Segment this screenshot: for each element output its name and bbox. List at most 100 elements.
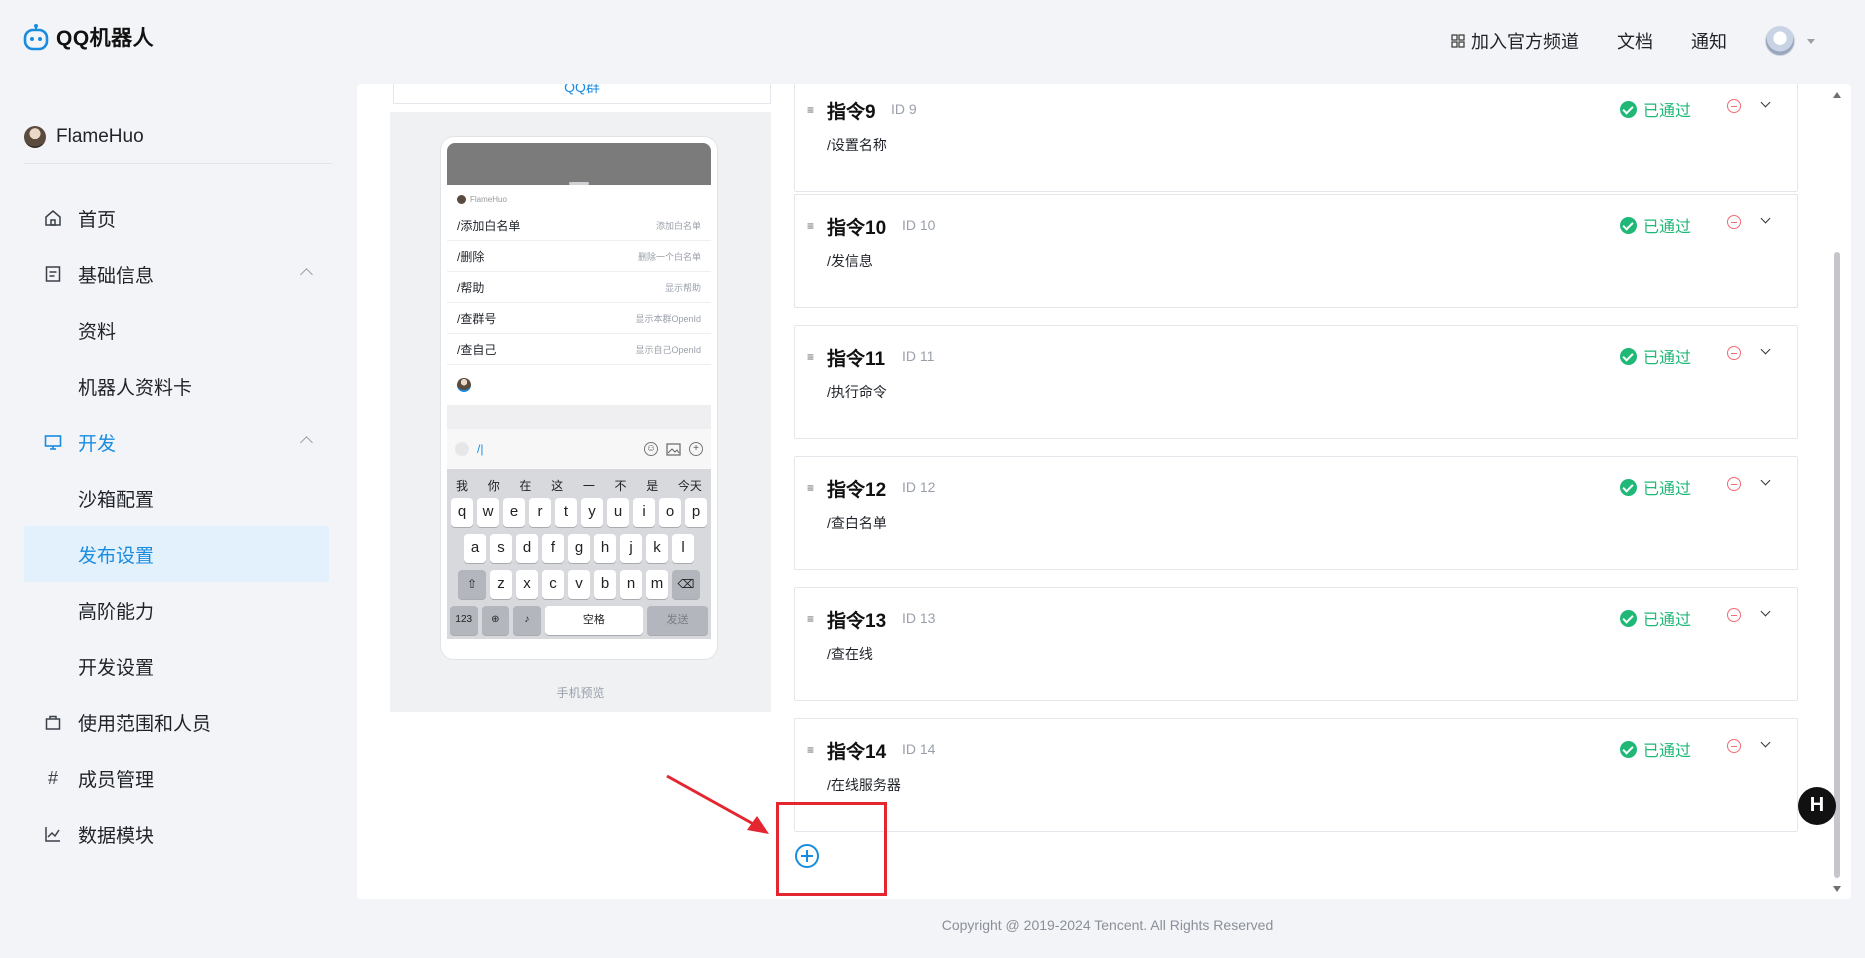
scrollbar[interactable] xyxy=(1833,92,1841,892)
remove-icon[interactable] xyxy=(1727,346,1741,360)
bot-avatar[interactable] xyxy=(457,378,471,392)
join-channel-link[interactable]: 加入官方频道 xyxy=(1451,28,1579,54)
chevron-down-icon[interactable] xyxy=(1760,606,1771,617)
key[interactable]: y xyxy=(581,498,603,527)
list-item[interactable]: /删除 删除一个白名单 xyxy=(447,241,711,272)
preview-tab-qq-group[interactable]: QQ群 xyxy=(393,84,771,104)
remove-icon[interactable] xyxy=(1727,739,1741,753)
user-profile: FlameHuo xyxy=(24,126,144,148)
chevron-down-icon[interactable] xyxy=(1760,737,1771,748)
key[interactable]: e xyxy=(503,498,525,527)
robot-logo-icon xyxy=(23,24,49,51)
list-item[interactable]: /帮助 显示帮助 xyxy=(447,272,711,303)
send-key[interactable]: 发送 xyxy=(647,606,708,635)
candidate[interactable]: 你 xyxy=(488,477,500,494)
candidate[interactable]: 是 xyxy=(646,477,658,494)
scroll-down-icon[interactable] xyxy=(1833,886,1841,892)
key[interactable]: z xyxy=(490,570,512,599)
drag-handle-icon[interactable]: ≡ xyxy=(807,612,814,626)
candidate[interactable]: 这 xyxy=(551,477,563,494)
key[interactable]: f xyxy=(542,534,564,563)
sidebar-item-develop[interactable]: 开发 xyxy=(24,414,329,470)
globe-icon[interactable]: ⊕ xyxy=(481,606,510,635)
top-bar: QQ机器人 加入官方频道 文档 通知 xyxy=(0,0,1865,84)
key[interactable]: l xyxy=(672,534,694,563)
floating-assistant-button[interactable]: H xyxy=(1798,787,1836,825)
scroll-up-icon[interactable] xyxy=(1833,92,1841,98)
key[interactable]: t xyxy=(555,498,577,527)
sidebar-item-data[interactable]: 数据模块 xyxy=(24,806,329,862)
logo[interactable]: QQ机器人 xyxy=(22,22,154,52)
drag-handle-icon[interactable]: ≡ xyxy=(807,219,814,233)
sidebar-item-basic-info[interactable]: 基础信息 xyxy=(24,246,329,302)
command-title: 指令11 xyxy=(827,349,886,370)
remove-icon[interactable] xyxy=(1727,477,1741,491)
key[interactable]: g xyxy=(568,534,590,563)
chevron-down-icon[interactable] xyxy=(1760,213,1771,224)
key[interactable]: i xyxy=(633,498,655,527)
command-name: /查群号 xyxy=(457,311,497,326)
backspace-icon[interactable]: ⌫ xyxy=(672,570,700,599)
remove-icon[interactable] xyxy=(1727,99,1741,113)
sidebar-item-profile[interactable]: 资料 xyxy=(24,302,329,358)
key[interactable]: r xyxy=(529,498,551,527)
message-input[interactable]: /| ☺ + xyxy=(447,429,711,469)
list-item[interactable]: /添加白名单 添加白名单 xyxy=(447,210,711,241)
chevron-down-icon[interactable] xyxy=(1760,475,1771,486)
chevron-down-icon[interactable] xyxy=(1760,97,1771,108)
remove-icon[interactable] xyxy=(1727,608,1741,622)
key[interactable]: o xyxy=(659,498,681,527)
sidebar-item-advanced[interactable]: 高阶能力 xyxy=(24,582,329,638)
key[interactable]: m xyxy=(646,570,668,599)
sidebar-item-robot-card[interactable]: 机器人资料卡 xyxy=(24,358,329,414)
command-title: 指令13 xyxy=(827,611,887,632)
key[interactable]: d xyxy=(516,534,538,563)
sidebar-item-home[interactable]: 首页 xyxy=(24,190,329,246)
key[interactable]: w xyxy=(477,498,499,527)
drag-handle-icon[interactable]: ≡ xyxy=(807,481,814,495)
space-key[interactable]: 空格 xyxy=(544,606,644,635)
key[interactable]: u xyxy=(607,498,629,527)
sidebar-item-scope[interactable]: 使用范围和人员 xyxy=(24,694,329,750)
key[interactable]: p xyxy=(685,498,707,527)
key[interactable]: q xyxy=(451,498,473,527)
sidebar-item-label: 开发 xyxy=(78,433,117,455)
key[interactable]: b xyxy=(594,570,616,599)
remove-icon[interactable] xyxy=(1727,215,1741,229)
keyboard: 我 你 在 这 一 不 是 今天 q w e r t y u i o p a s… xyxy=(447,469,711,639)
list-item[interactable]: /查自己 显示自己OpenId xyxy=(447,334,711,365)
sidebar-item-dev-settings[interactable]: 开发设置 xyxy=(24,638,329,694)
key[interactable]: s xyxy=(490,534,512,563)
drag-handle-icon[interactable]: ≡ xyxy=(807,103,814,117)
drag-handle-icon[interactable]: ≡ xyxy=(807,743,814,757)
candidate[interactable]: 在 xyxy=(519,477,531,494)
drag-handle-icon[interactable]: ≡ xyxy=(807,350,814,364)
key[interactable]: n xyxy=(620,570,642,599)
status-badge: 已通过 xyxy=(1619,606,1691,630)
user-menu[interactable] xyxy=(1765,26,1815,56)
key[interactable]: h xyxy=(594,534,616,563)
candidate[interactable]: 我 xyxy=(456,477,468,494)
list-item[interactable]: /查群号 显示本群OpenId xyxy=(447,303,711,334)
key[interactable]: c xyxy=(542,570,564,599)
candidate[interactable]: 一 xyxy=(583,477,595,494)
key[interactable]: j xyxy=(620,534,642,563)
command-id: ID 13 xyxy=(902,610,936,626)
candidate[interactable]: 今天 xyxy=(678,477,702,494)
key[interactable]: a xyxy=(464,534,486,563)
command-id: ID 9 xyxy=(891,101,917,117)
chevron-down-icon[interactable] xyxy=(1760,344,1771,355)
microphone-icon[interactable]: ♪ xyxy=(513,606,541,635)
key[interactable]: v xyxy=(568,570,590,599)
notify-link[interactable]: 通知 xyxy=(1691,28,1727,54)
key[interactable]: x xyxy=(516,570,538,599)
numbers-key[interactable]: 123 xyxy=(450,606,478,635)
scroll-thumb[interactable] xyxy=(1834,252,1840,878)
sidebar-item-publish[interactable]: 发布设置 xyxy=(24,526,329,582)
sidebar-item-sandbox[interactable]: 沙箱配置 xyxy=(24,470,329,526)
shift-icon[interactable]: ⇧ xyxy=(458,570,486,599)
sidebar-item-members[interactable]: # 成员管理 xyxy=(24,750,329,806)
docs-link[interactable]: 文档 xyxy=(1617,28,1653,54)
candidate[interactable]: 不 xyxy=(615,477,627,494)
key[interactable]: k xyxy=(646,534,668,563)
